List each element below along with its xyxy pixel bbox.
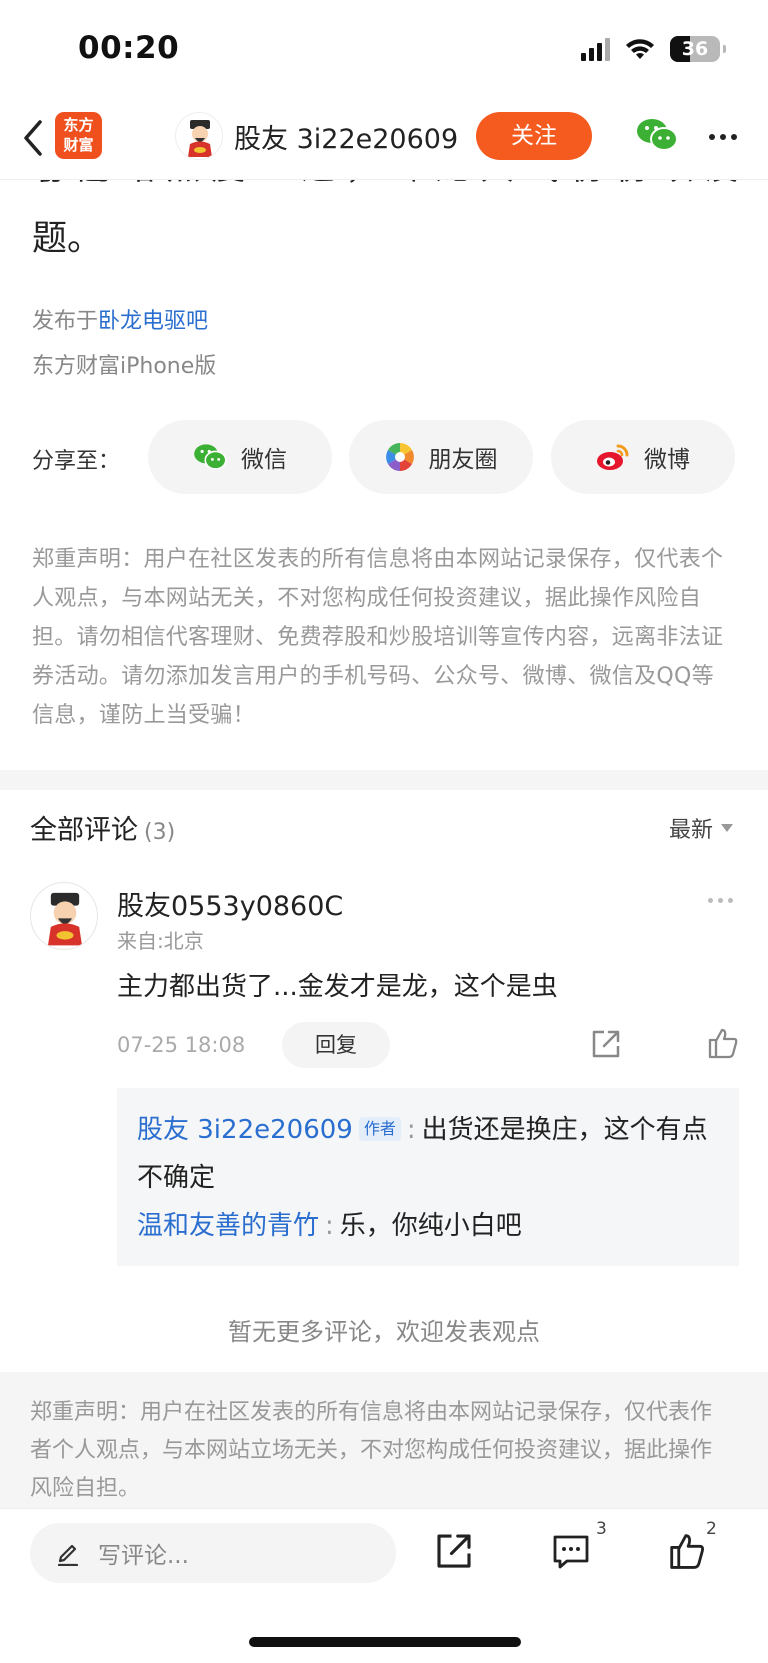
home-indicator[interactable] xyxy=(249,1637,521,1647)
thumbs-up-icon xyxy=(670,1534,704,1569)
app-logo-line1: 东方 xyxy=(63,116,94,134)
share-weibo-label: 微博 xyxy=(644,447,690,473)
signal-icon xyxy=(581,37,610,61)
comments-button[interactable] xyxy=(551,1531,595,1575)
reply-username[interactable]: 温和友善的青竹 xyxy=(137,1211,319,1241)
reply-username[interactable]: 股友 3i22e20609 xyxy=(137,1115,353,1145)
comment-location: 来自:北京 xyxy=(117,929,204,953)
publish-info: 发布于卧龙电驱吧 xyxy=(32,303,208,335)
wechat-icon xyxy=(637,119,678,151)
share-button[interactable] xyxy=(434,1531,478,1575)
like-button[interactable] xyxy=(667,1531,711,1575)
share-moments-button[interactable]: 朋友圈 xyxy=(349,420,533,494)
comments-title-text: 全部评论 xyxy=(30,815,138,846)
reply-text: 乐，你纯小白吧 xyxy=(339,1211,522,1241)
sort-label: 最新 xyxy=(668,818,713,843)
comment-bubble-icon xyxy=(553,1535,589,1569)
share-wechat-button[interactable]: 微信 xyxy=(148,420,332,494)
battery-level: 36 xyxy=(681,38,709,60)
status-time: 00:20 xyxy=(78,30,180,66)
author-badge: 作者 xyxy=(358,1117,401,1141)
reply-button[interactable]: 回复 xyxy=(282,1022,390,1068)
fortune-god-avatar-icon xyxy=(188,120,212,157)
comments-title: 全部评论 (3) xyxy=(30,808,175,847)
reply-colon: : xyxy=(406,1115,416,1145)
status-bar: 00:20 36 xyxy=(0,0,768,100)
comment-body: 主力都出货了...金发才是龙，这个是虫 xyxy=(117,972,558,1002)
pencil-icon xyxy=(57,1544,79,1566)
fortune-god-avatar-icon xyxy=(48,892,82,946)
disclaimer-text: 郑重声明：用户在社区发表的所有信息将由本网站记录保存，仅代表个人观点，与本网站无… xyxy=(32,547,724,728)
section-divider xyxy=(0,770,768,790)
comment-more-button[interactable] xyxy=(708,898,733,903)
like-count: 2 xyxy=(706,1519,717,1539)
wechat-icon xyxy=(194,444,227,470)
comment-avatar[interactable] xyxy=(30,882,98,950)
comment-username[interactable]: 股友0553y0860C xyxy=(117,884,343,923)
chevron-left-icon xyxy=(24,120,42,156)
comment-like-button[interactable] xyxy=(706,1026,740,1060)
weibo-icon xyxy=(597,444,629,470)
caret-down-icon xyxy=(721,824,733,832)
comment-share-button[interactable] xyxy=(590,1028,622,1060)
forum-link[interactable]: 卧龙电驱吧 xyxy=(98,309,208,334)
status-icons: 36 xyxy=(581,36,726,62)
app-logo-line2: 财富 xyxy=(63,136,94,154)
app-logo[interactable]: 东方 财富 xyxy=(55,112,102,159)
top-nav-bar: 东方 财富 股友 3i22e20609 关注 xyxy=(0,100,768,180)
published-prefix: 发布于 xyxy=(32,309,99,334)
share-arrow-icon xyxy=(437,1534,471,1568)
moments-icon xyxy=(385,443,414,471)
battery-icon: 36 xyxy=(670,36,726,62)
wechat-share-button[interactable] xyxy=(636,116,678,154)
back-button[interactable] xyxy=(18,118,48,158)
share-weibo-button[interactable]: 微博 xyxy=(551,420,735,494)
article-text: 题。 xyxy=(32,219,103,259)
share-arrow-icon xyxy=(592,1030,620,1058)
reply-colon: : xyxy=(325,1211,334,1241)
client-info: 东方财富iPhone版 xyxy=(32,354,217,379)
share-label: 分享至： xyxy=(32,449,121,474)
comment-count: 3 xyxy=(596,1519,607,1539)
comments-count: (3) xyxy=(144,820,176,845)
reply-item[interactable]: 温和友善的青竹: 乐，你纯小白吧 xyxy=(137,1202,719,1250)
thumbs-up-icon xyxy=(708,1028,738,1059)
footer-disclaimer-text: 郑重声明：用户在社区发表的所有信息将由本网站记录保存，仅代表作者个人观点，与本网… xyxy=(30,1400,713,1501)
avatar[interactable] xyxy=(175,112,223,160)
header-username[interactable]: 股友 3i22e20609 xyxy=(234,117,458,156)
reply-item[interactable]: 股友 3i22e20609 作者: 出货还是换庄，这个有点不确定 xyxy=(137,1106,719,1202)
sort-dropdown[interactable]: 最新 xyxy=(669,812,733,844)
more-options-button[interactable] xyxy=(709,134,737,140)
reply-thread: 股友 3i22e20609 作者: 出货还是换庄，这个有点不确定 温和友善的青竹: 乐… xyxy=(117,1088,739,1266)
share-wechat-label: 微信 xyxy=(241,447,287,473)
share-moments-label: 朋友圈 xyxy=(428,447,498,473)
write-comment-input[interactable]: 写评论... xyxy=(30,1523,396,1583)
comment-time: 07-25 18:08 xyxy=(117,1033,246,1057)
write-comment-placeholder: 写评论... xyxy=(98,1543,189,1569)
follow-button[interactable]: 关注 xyxy=(476,112,592,160)
wifi-icon xyxy=(624,37,656,61)
no-more-comments: 暂无更多评论，欢迎发表观点 xyxy=(228,1318,540,1346)
